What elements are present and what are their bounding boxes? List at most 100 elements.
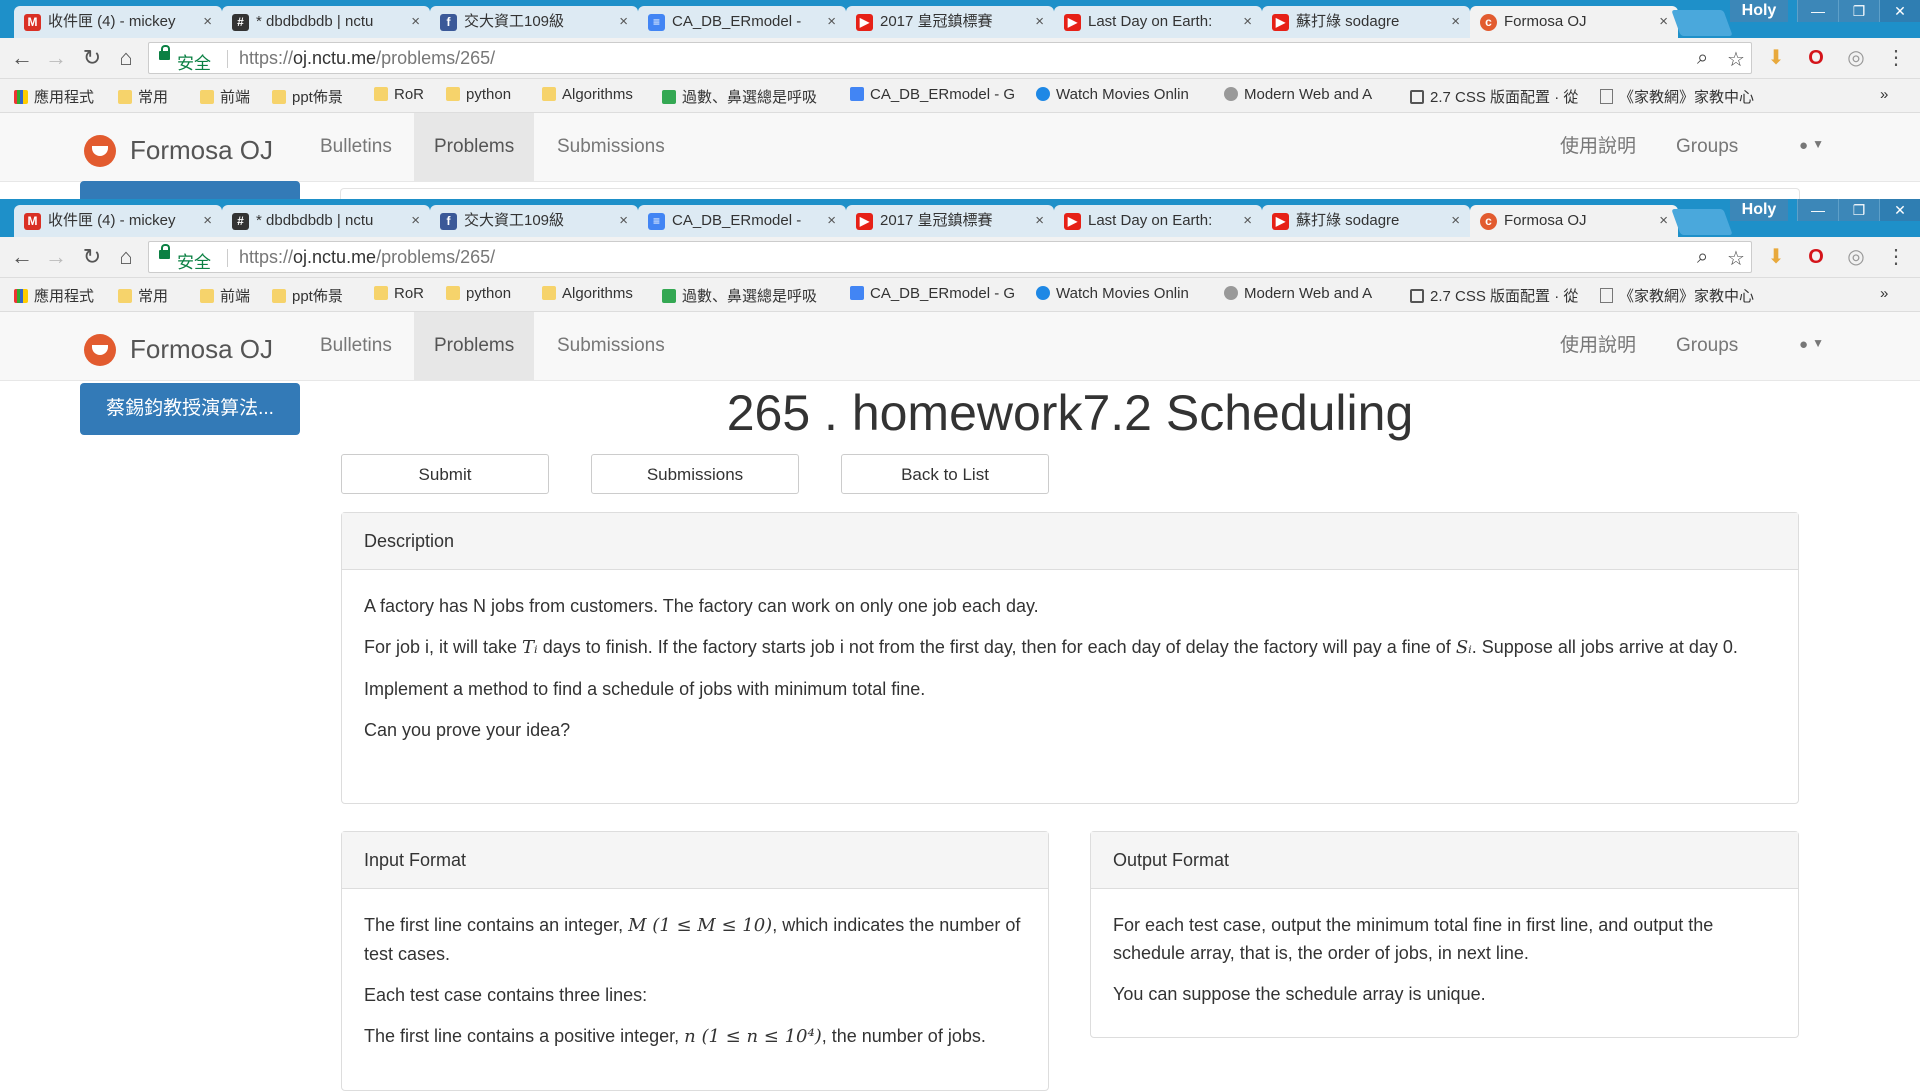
back-to-list-button[interactable]: Back to List — [841, 454, 1049, 494]
tab-youtube-3[interactable]: ▶ 蘇打綠 sodagre × — [1262, 6, 1470, 38]
profile-button[interactable]: Holy — [1730, 0, 1788, 22]
close-icon[interactable]: × — [203, 6, 212, 38]
nav-submissions[interactable]: Submissions — [537, 113, 685, 181]
close-icon[interactable]: × — [1659, 205, 1668, 237]
tab-youtube-2[interactable]: ▶ Last Day on Earth: × — [1054, 6, 1262, 38]
nav-groups[interactable]: Groups — [1656, 312, 1758, 380]
close-icon[interactable]: × — [411, 205, 420, 237]
home-icon[interactable]: ⌂ — [112, 243, 140, 271]
bookmark-slides[interactable]: 過數、鼻選總是呼吸 — [662, 86, 817, 107]
user-icon[interactable]: ● — [1799, 137, 1808, 154]
close-icon[interactable]: × — [411, 6, 420, 38]
close-window-icon[interactable]: ✕ — [1879, 0, 1920, 22]
close-icon[interactable]: × — [619, 6, 628, 38]
bookmark-docs[interactable]: CA_DB_ERmodel - G — [850, 86, 1015, 103]
bookmark-folder[interactable]: python — [446, 86, 511, 103]
zoom-icon[interactable]: ⌕ — [1697, 47, 1708, 70]
bookmark-tutor[interactable]: 《家教網》家教中心 — [1600, 86, 1754, 107]
bookmark-movies[interactable]: Watch Movies Onlin — [1036, 86, 1189, 103]
restore-icon[interactable]: ❐ — [1838, 199, 1879, 221]
bookmark-css[interactable]: 2.7 CSS 版面配置 · 從 — [1410, 86, 1578, 107]
bookmark-folder[interactable]: Algorithms — [542, 86, 633, 103]
minimize-icon[interactable]: — — [1797, 199, 1838, 221]
tab-youtube-1[interactable]: ▶ 2017 皇冠鎮標賽 × — [846, 6, 1054, 38]
tab-docs[interactable]: ≡ CA_DB_ERmodel - × — [638, 6, 846, 38]
bookmark-docs[interactable]: CA_DB_ERmodel - G — [850, 285, 1015, 302]
opera-icon[interactable]: O — [1802, 44, 1830, 72]
nav-bulletins[interactable]: Bulletins — [300, 113, 412, 181]
back-icon[interactable]: ← — [8, 44, 36, 72]
reload-icon[interactable]: ↻ — [78, 243, 106, 271]
nav-submissions[interactable]: Submissions — [537, 312, 685, 380]
close-icon[interactable]: × — [1035, 6, 1044, 38]
forward-icon[interactable]: → — [42, 243, 70, 271]
extension-icon[interactable]: ◎ — [1842, 44, 1870, 72]
submit-button[interactable]: Submit — [341, 454, 549, 494]
nav-groups[interactable]: Groups — [1656, 113, 1758, 181]
bookmark-apps[interactable]: 應用程式 — [14, 285, 94, 306]
course-button[interactable]: 蔡錫鈞教授演算法... — [80, 383, 300, 435]
tab-youtube-2[interactable]: ▶ Last Day on Earth: × — [1054, 205, 1262, 237]
tab-docs[interactable]: ≡ CA_DB_ERmodel - × — [638, 205, 846, 237]
minimize-icon[interactable]: — — [1797, 0, 1838, 22]
bookmark-folder[interactable]: ppt佈景 — [272, 86, 343, 107]
submissions-button[interactable]: Submissions — [591, 454, 799, 494]
close-window-icon[interactable]: ✕ — [1879, 199, 1920, 221]
tab-facebook[interactable]: f 交大資工109級 × — [430, 6, 638, 38]
reload-icon[interactable]: ↻ — [78, 44, 106, 72]
close-icon[interactable]: × — [203, 205, 212, 237]
nav-problems[interactable]: Problems — [414, 312, 535, 380]
more-bookmarks-icon[interactable]: » — [1880, 285, 1888, 302]
bookmark-movies[interactable]: Watch Movies Onlin — [1036, 285, 1189, 302]
bookmark-modern-web[interactable]: Modern Web and A — [1224, 86, 1372, 103]
tab-formosa-oj[interactable]: c Formosa OJ × — [1470, 205, 1678, 237]
bookmark-apps[interactable]: 應用程式 — [14, 86, 94, 107]
close-icon[interactable]: × — [619, 205, 628, 237]
bookmark-folder[interactable]: RoR — [374, 86, 424, 103]
nav-help[interactable]: 使用說明 — [1540, 113, 1656, 181]
brand[interactable]: Formosa OJ — [130, 334, 273, 365]
star-icon[interactable]: ☆ — [1727, 47, 1745, 72]
nav-problems[interactable]: Problems — [414, 113, 535, 181]
tab-gmail[interactable]: M 收件匣 (4) - mickey × — [14, 205, 222, 237]
back-icon[interactable]: ← — [8, 243, 36, 271]
extension-icon[interactable]: ◎ — [1842, 243, 1870, 271]
download-icon[interactable]: ⬇ — [1762, 243, 1790, 271]
caret-down-icon[interactable]: ▼ — [1812, 137, 1824, 151]
home-icon[interactable]: ⌂ — [112, 44, 140, 72]
user-icon[interactable]: ● — [1799, 336, 1808, 353]
zoom-icon[interactable]: ⌕ — [1697, 246, 1708, 269]
bookmark-folder[interactable]: Algorithms — [542, 285, 633, 302]
close-icon[interactable]: × — [827, 6, 836, 38]
star-icon[interactable]: ☆ — [1727, 246, 1745, 271]
tab-facebook[interactable]: f 交大資工109級 × — [430, 205, 638, 237]
bookmark-tutor[interactable]: 《家教網》家教中心 — [1600, 285, 1754, 306]
menu-icon[interactable]: ⋮ — [1882, 243, 1910, 271]
close-icon[interactable]: × — [1451, 6, 1460, 38]
bookmark-folder[interactable]: ppt佈景 — [272, 285, 343, 306]
bookmark-folder[interactable]: RoR — [374, 285, 424, 302]
tab-youtube-3[interactable]: ▶ 蘇打綠 sodagre × — [1262, 205, 1470, 237]
close-icon[interactable]: × — [1243, 205, 1252, 237]
profile-button[interactable]: Holy — [1730, 199, 1788, 221]
bookmark-folder[interactable]: python — [446, 285, 511, 302]
bookmark-slides[interactable]: 過數、鼻選總是呼吸 — [662, 285, 817, 306]
close-icon[interactable]: × — [1659, 6, 1668, 38]
brand[interactable]: Formosa OJ — [130, 135, 273, 166]
nav-help[interactable]: 使用說明 — [1540, 312, 1656, 380]
bookmark-folder[interactable]: 常用 — [118, 86, 168, 107]
caret-down-icon[interactable]: ▼ — [1812, 336, 1824, 350]
close-icon[interactable]: × — [1035, 205, 1044, 237]
opera-icon[interactable]: O — [1802, 243, 1830, 271]
tab-slack[interactable]: # * dbdbdbdb | nctu × — [222, 205, 430, 237]
bookmark-css[interactable]: 2.7 CSS 版面配置 · 從 — [1410, 285, 1578, 306]
bookmark-folder[interactable]: 前端 — [200, 285, 250, 306]
address-bar[interactable]: 安全 https://oj.nctu.me/problems/265/ ⌕ ☆ — [148, 42, 1752, 74]
bookmark-modern-web[interactable]: Modern Web and A — [1224, 285, 1372, 302]
close-icon[interactable]: × — [1451, 205, 1460, 237]
tab-youtube-1[interactable]: ▶ 2017 皇冠鎮標賽 × — [846, 205, 1054, 237]
close-icon[interactable]: × — [1243, 6, 1252, 38]
tab-gmail[interactable]: M 收件匣 (4) - mickey × — [14, 6, 222, 38]
download-icon[interactable]: ⬇ — [1762, 44, 1790, 72]
restore-icon[interactable]: ❐ — [1838, 0, 1879, 22]
